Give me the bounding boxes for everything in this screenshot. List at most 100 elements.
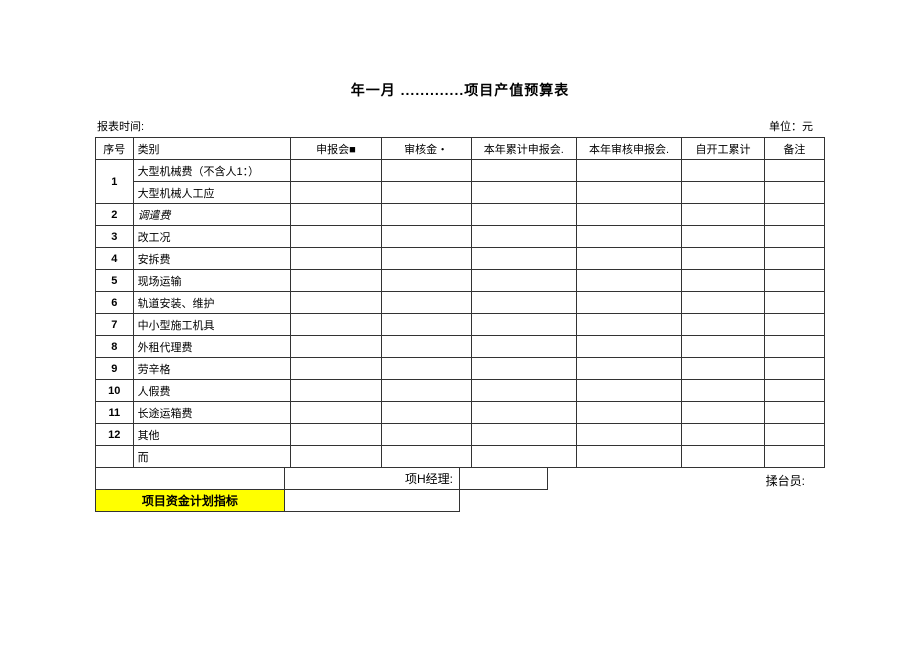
footer-row: 项目资金计划指标 项H经理: 揉台员: xyxy=(95,468,825,512)
data-cell xyxy=(471,270,576,292)
data-cell xyxy=(576,204,681,226)
data-cell xyxy=(381,336,471,358)
data-cell xyxy=(291,292,381,314)
data-cell xyxy=(381,248,471,270)
category-cell: 现场运输 xyxy=(133,270,291,292)
data-cell xyxy=(576,446,681,468)
data-cell xyxy=(381,380,471,402)
data-cell xyxy=(471,314,576,336)
table-row: 6轨道安装、维护 xyxy=(96,292,825,314)
data-cell xyxy=(291,182,381,204)
data-cell xyxy=(291,160,381,182)
col-seq: 序号 xyxy=(96,138,134,160)
data-cell xyxy=(291,358,381,380)
data-cell xyxy=(471,424,576,446)
data-cell xyxy=(381,160,471,182)
data-cell xyxy=(682,248,765,270)
data-cell xyxy=(764,226,824,248)
col-remark: 备注 xyxy=(764,138,824,160)
data-cell xyxy=(576,380,681,402)
data-cell xyxy=(576,424,681,446)
col-since-start: 自开工累计 xyxy=(682,138,765,160)
data-cell xyxy=(381,226,471,248)
data-cell xyxy=(471,204,576,226)
data-cell xyxy=(471,402,576,424)
data-cell xyxy=(682,226,765,248)
data-cell xyxy=(576,270,681,292)
table-row: 5现场运输 xyxy=(96,270,825,292)
data-cell xyxy=(471,292,576,314)
data-cell xyxy=(764,424,824,446)
seq-cell: 6 xyxy=(96,292,134,314)
data-cell xyxy=(381,270,471,292)
data-cell xyxy=(576,292,681,314)
col-declared: 申报会■ xyxy=(291,138,381,160)
table-row: 4安拆费 xyxy=(96,248,825,270)
data-cell xyxy=(381,204,471,226)
seq-cell: 5 xyxy=(96,270,134,292)
data-cell xyxy=(764,160,824,182)
table-body: 1大型机械费（不含人1：）大型机械人工应2调遣费3改工况4安拆费5现场运输6轨道… xyxy=(96,160,825,468)
seq-cell: 10 xyxy=(96,380,134,402)
data-cell xyxy=(764,380,824,402)
seq-cell: 4 xyxy=(96,248,134,270)
pm-value-cell xyxy=(460,468,548,490)
table-header-row: 序号 类别 申报会■ 审核金・ 本年累计申报会. 本年审核申报会. 自开工累计 … xyxy=(96,138,825,160)
data-cell xyxy=(764,336,824,358)
col-ytd-audited: 本年审核申报会. xyxy=(576,138,681,160)
data-cell xyxy=(471,380,576,402)
data-cell xyxy=(682,182,765,204)
data-cell xyxy=(471,160,576,182)
data-cell xyxy=(471,248,576,270)
data-cell xyxy=(381,314,471,336)
data-cell xyxy=(291,226,381,248)
page-title: 年一月 .............项目产值预算表 xyxy=(95,80,825,100)
data-cell xyxy=(682,424,765,446)
col-audited: 审核金・ xyxy=(381,138,471,160)
category-cell: 外租代理费 xyxy=(133,336,291,358)
seq-cell: 8 xyxy=(96,336,134,358)
seq-cell: 1 xyxy=(96,160,134,204)
category-cell: 其他 xyxy=(133,424,291,446)
data-cell xyxy=(381,292,471,314)
data-cell xyxy=(682,446,765,468)
table-row: 而 xyxy=(96,446,825,468)
category-cell: 大型机械费（不含人1：） xyxy=(133,160,291,182)
data-cell xyxy=(576,402,681,424)
data-cell xyxy=(576,226,681,248)
data-cell xyxy=(682,204,765,226)
table-row: 1大型机械费（不含人1：） xyxy=(96,160,825,182)
table-row: 9劳辛格 xyxy=(96,358,825,380)
data-cell xyxy=(764,182,824,204)
data-cell xyxy=(764,402,824,424)
category-cell: 中小型施工机具 xyxy=(133,314,291,336)
data-cell xyxy=(291,248,381,270)
data-cell xyxy=(764,314,824,336)
data-cell xyxy=(764,204,824,226)
data-cell xyxy=(764,270,824,292)
report-time-label: 报表时间: xyxy=(97,118,144,134)
footer-blank-top-left xyxy=(95,468,285,490)
data-cell xyxy=(682,292,765,314)
data-cell xyxy=(291,336,381,358)
table-row: 8外租代理费 xyxy=(96,336,825,358)
data-cell xyxy=(576,160,681,182)
footer-blank-bottom-mid xyxy=(285,490,460,512)
data-cell xyxy=(764,446,824,468)
data-cell xyxy=(682,336,765,358)
data-cell xyxy=(471,358,576,380)
data-cell xyxy=(682,314,765,336)
seq-cell: 7 xyxy=(96,314,134,336)
data-cell xyxy=(291,424,381,446)
category-cell: 大型机械人工应 xyxy=(133,182,291,204)
project-manager-label: 项H经理: xyxy=(405,470,453,487)
meta-row: 报表时间: 单位：元 xyxy=(95,118,825,134)
data-cell xyxy=(471,182,576,204)
col-ytd-declared: 本年累计申报会. xyxy=(471,138,576,160)
table-row: 3改工况 xyxy=(96,226,825,248)
data-cell xyxy=(576,314,681,336)
seq-cell: 3 xyxy=(96,226,134,248)
table-row: 大型机械人工应 xyxy=(96,182,825,204)
category-cell: 长途运箱费 xyxy=(133,402,291,424)
category-cell: 改工况 xyxy=(133,226,291,248)
